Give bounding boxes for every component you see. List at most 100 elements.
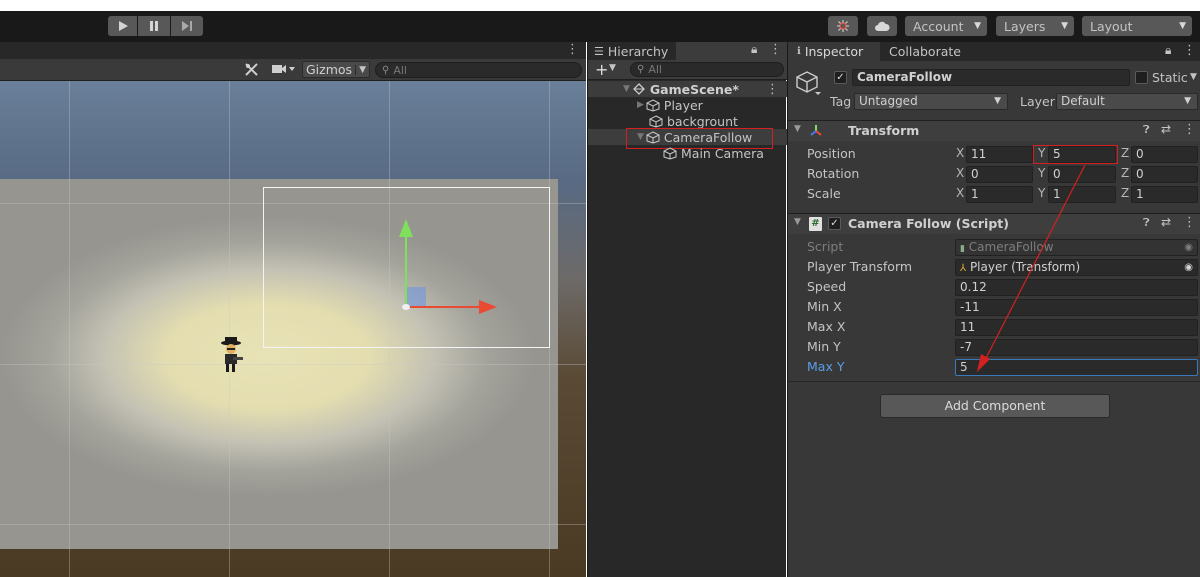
player-transform-field[interactable]: ⅄ Player (Transform) ◉: [955, 259, 1198, 276]
grid-line: [0, 524, 586, 525]
static-label: Static: [1152, 70, 1188, 85]
layer-dropdown[interactable]: Default ▼: [1056, 93, 1198, 110]
hierarchy-search-input[interactable]: ⚲ All: [630, 62, 784, 77]
inspector-tab-bar: ℹ Inspector Collaborate 🔒︎ ⋮: [788, 42, 1200, 61]
chevron-down-icon[interactable]: ▼: [623, 84, 630, 94]
tab-collaborate[interactable]: Collaborate: [880, 42, 980, 61]
axis-z-label: Z: [1121, 186, 1130, 200]
max-x-field[interactable]: 11: [955, 319, 1198, 336]
more-options-icon[interactable]: ⋮: [769, 42, 782, 57]
collab-button[interactable]: [828, 16, 858, 36]
component-enabled-checkbox[interactable]: ✓: [828, 217, 841, 230]
scene-viewport[interactable]: [0, 81, 586, 577]
grid-line: [0, 364, 586, 365]
gizmos-label: Gizmos: [306, 62, 353, 77]
speed-label: Speed: [807, 279, 847, 294]
more-options-icon[interactable]: ⋮: [766, 82, 779, 97]
hierarchy-item-backgrount[interactable]: backgrount: [588, 113, 787, 129]
add-icon[interactable]: +: [595, 60, 608, 79]
object-picker-icon: ◉: [1184, 242, 1193, 253]
more-options-icon[interactable]: ⋮: [1183, 122, 1196, 137]
min-y-field[interactable]: -7: [955, 339, 1198, 356]
chevron-down-icon: ▼: [994, 96, 1001, 106]
help-icon[interactable]: ❓︎: [1143, 216, 1150, 230]
play-button[interactable]: [108, 16, 137, 36]
presets-icon[interactable]: ⇄: [1161, 122, 1171, 136]
active-checkbox[interactable]: ✓: [834, 71, 847, 84]
more-options-icon[interactable]: ⋮: [1183, 215, 1196, 230]
script-label: Script: [807, 239, 844, 254]
player-sprite[interactable]: [219, 337, 245, 375]
scale-z-field[interactable]: 1: [1131, 186, 1198, 203]
tab-hierarchy[interactable]: ☰ Hierarchy: [588, 42, 676, 60]
chevron-down-icon: ▼: [1179, 21, 1186, 31]
hierarchy-item-label: Player: [663, 97, 703, 113]
scale-x-field[interactable]: 1: [966, 186, 1033, 203]
more-options-icon[interactable]: ⋮: [566, 42, 579, 57]
gizmos-dropdown[interactable]: Gizmos ▼: [302, 61, 370, 78]
hierarchy-item-player[interactable]: ▶ Player: [588, 97, 787, 113]
presets-icon[interactable]: ⇄: [1161, 215, 1171, 229]
axis-x-label: X: [956, 146, 965, 160]
divider: [788, 381, 1200, 382]
transform-icon: [809, 123, 823, 137]
chevron-down-icon[interactable]: ▼: [794, 217, 801, 227]
tag-value: Untagged: [859, 94, 918, 108]
hierarchy-tab-bar: ☰ Hierarchy 🔒︎ ⋮: [588, 42, 787, 60]
add-component-button[interactable]: Add Component: [880, 394, 1110, 418]
info-icon: ℹ: [797, 46, 801, 57]
layers-dropdown[interactable]: Layers ▼: [996, 16, 1074, 36]
static-checkbox[interactable]: [1135, 71, 1148, 84]
window-top-strip: [0, 0, 1200, 11]
object-picker-icon[interactable]: ◉: [1184, 260, 1193, 275]
min-x-field[interactable]: -11: [955, 299, 1198, 316]
tag-dropdown[interactable]: Untagged ▼: [854, 93, 1008, 110]
chevron-down-icon[interactable]: ▼: [1190, 72, 1197, 82]
axis-x-label: X: [956, 166, 965, 180]
rotation-x-field[interactable]: 0: [966, 166, 1033, 183]
scene-row[interactable]: ▼ GameScene* ⋮: [588, 81, 787, 97]
scale-y-field[interactable]: 1: [1048, 186, 1116, 203]
lock-icon[interactable]: 🔒︎: [751, 42, 757, 57]
rotation-y-field[interactable]: 0: [1048, 166, 1116, 183]
scene-tab-bar: ⋮: [0, 42, 586, 59]
max-y-field[interactable]: 5: [955, 359, 1198, 376]
cloud-button[interactable]: [867, 16, 897, 36]
max-y-label: Max Y: [807, 359, 845, 374]
layout-dropdown[interactable]: Layout ▼: [1082, 16, 1192, 36]
script-value: CameraFollow: [968, 240, 1054, 254]
step-button[interactable]: [171, 16, 203, 36]
axis-x-label: X: [956, 186, 965, 200]
transform-header[interactable]: ▼ Transform ❓︎ ⇄ ⋮: [788, 120, 1200, 141]
max-x-label: Max X: [807, 319, 846, 334]
player-transform-value: Player (Transform): [969, 260, 1081, 274]
pause-button[interactable]: [138, 16, 170, 36]
account-dropdown[interactable]: Account ▼: [905, 16, 987, 36]
chevron-right-icon[interactable]: ▶: [637, 100, 644, 110]
tag-label: Tag: [830, 94, 852, 109]
position-z-field[interactable]: 0: [1131, 146, 1198, 163]
more-options-icon[interactable]: ⋮: [1183, 43, 1196, 58]
chevron-down-icon[interactable]: ▼: [794, 124, 801, 134]
grid-line: [69, 81, 70, 577]
tools-icon[interactable]: [244, 62, 259, 77]
scene-search-input[interactable]: ⚲ All: [375, 62, 582, 78]
hierarchy-item-main-camera[interactable]: Main Camera: [588, 145, 787, 161]
list-icon: ☰: [594, 44, 604, 58]
object-name-input[interactable]: CameraFollow: [852, 69, 1130, 86]
tab-inspector[interactable]: ℹ Inspector: [788, 42, 880, 61]
rotation-z-field[interactable]: 0: [1131, 166, 1198, 183]
gameobject-large-icon: [795, 70, 821, 96]
scale-label: Scale: [807, 186, 841, 201]
speed-field[interactable]: 0.12: [955, 279, 1198, 296]
layers-label: Layers: [1004, 18, 1046, 34]
position-x-field[interactable]: 11: [966, 146, 1033, 163]
chevron-down-icon[interactable]: ▼: [609, 63, 616, 73]
script-component-header[interactable]: ▼ # ✓ Camera Follow (Script) ❓︎ ⇄ ⋮: [788, 213, 1200, 234]
lock-icon[interactable]: 🔒︎: [1165, 43, 1171, 58]
move-gizmo[interactable]: [395, 217, 505, 317]
help-icon[interactable]: ❓︎: [1143, 123, 1150, 137]
player-transform-label: Player Transform: [807, 259, 913, 274]
camera-icon[interactable]: [272, 63, 296, 75]
inspector-panel: ℹ Inspector Collaborate 🔒︎ ⋮ ✓ CameraFol…: [787, 42, 1200, 577]
